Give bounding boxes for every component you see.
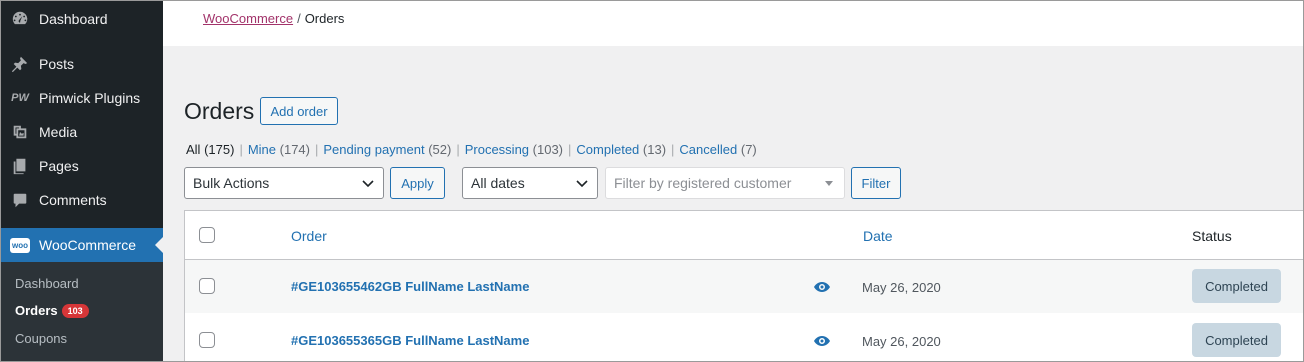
- view-separator: |: [671, 142, 675, 157]
- view-count: (7): [740, 142, 757, 157]
- status-badge: Completed: [1192, 323, 1281, 357]
- view-label: Processing: [464, 142, 530, 157]
- breadcrumb: WooCommerce / Orders: [203, 11, 344, 26]
- sidebar-item-pages[interactable]: Pages: [0, 149, 163, 183]
- submenu-item-label: Orders: [15, 303, 58, 318]
- view-count: (52): [428, 142, 452, 157]
- row-checkbox[interactable]: [199, 278, 215, 294]
- woo-icon: woo: [10, 235, 30, 255]
- select-all-checkbox[interactable]: [199, 227, 215, 243]
- sidebar-item-label: Comments: [39, 192, 107, 208]
- orders-table: Order Date Status #GE103655462GB FullNam…: [184, 210, 1304, 362]
- order-link[interactable]: #GE103655462GB FullName LastName: [291, 279, 529, 294]
- chevron-down-icon: [575, 176, 589, 190]
- table-row[interactable]: #GE103655462GB FullName LastName May 26,…: [185, 260, 1304, 313]
- admin-sidebar: Dashboard Posts PW Pimwick Plugins Media…: [0, 0, 163, 362]
- preview-eye-icon[interactable]: [813, 334, 831, 348]
- sidebar-item-comments[interactable]: Comments: [0, 183, 163, 217]
- pages-icon: [10, 156, 30, 176]
- view-separator: |: [456, 142, 460, 157]
- select-placeholder: Filter by registered customer: [614, 175, 792, 191]
- select-value: All dates: [471, 175, 525, 191]
- view-cancelled-link[interactable]: Cancelled: [679, 142, 737, 157]
- date-filter-select[interactable]: All dates: [462, 167, 598, 199]
- view-separator: |: [239, 142, 243, 157]
- preview-eye-icon[interactable]: [813, 280, 831, 294]
- status-filter-links: All (175) | Mine (174) | Pending payment (52…: [186, 142, 757, 157]
- view-separator: |: [568, 142, 572, 157]
- view-completed-link[interactable]: Completed: [576, 142, 639, 157]
- submenu-item-coupons[interactable]: Coupons: [15, 331, 67, 346]
- order-link[interactable]: #GE103655365GB FullName LastName: [291, 333, 529, 348]
- chevron-down-icon: [361, 176, 375, 190]
- header-bar: WooCommerce / Orders: [163, 0, 1304, 46]
- dashboard-icon: [10, 9, 30, 29]
- view-pending-link[interactable]: Pending payment: [323, 142, 424, 157]
- view-label: Cancelled: [679, 142, 738, 157]
- sidebar-item-label: WooCommerce: [39, 237, 136, 253]
- sidebar-item-label: Media: [39, 124, 78, 140]
- order-date: May 26, 2020: [862, 280, 941, 295]
- submenu-item-label: Dashboard: [15, 276, 79, 291]
- view-label: Mine: [247, 142, 277, 157]
- caret-down-icon: [822, 176, 836, 190]
- column-header-date[interactable]: Date: [863, 228, 893, 244]
- sidebar-item-label: Pages: [39, 158, 79, 174]
- sidebar-item-label: Posts: [39, 56, 75, 72]
- row-checkbox[interactable]: [199, 332, 215, 348]
- submenu-item-dashboard[interactable]: Dashboard: [15, 276, 79, 291]
- column-header-status: Status: [1192, 228, 1232, 244]
- select-value: Bulk Actions: [193, 175, 270, 191]
- order-date: May 26, 2020: [862, 334, 941, 349]
- woocommerce-submenu: Dashboard Orders 103 Coupons: [0, 262, 163, 362]
- submenu-item-orders[interactable]: Orders 103: [15, 303, 89, 318]
- pw-logo-icon: PW: [11, 92, 29, 104]
- view-label: All: [186, 142, 201, 157]
- view-count: (175): [204, 142, 235, 157]
- sidebar-item-pimwick[interactable]: PW Pimwick Plugins: [0, 81, 163, 115]
- breadcrumb-current: Orders: [304, 11, 345, 26]
- breadcrumb-separator: /: [297, 11, 301, 26]
- sidebar-item-woocommerce[interactable]: woo WooCommerce: [0, 228, 163, 262]
- sidebar-item-dashboard[interactable]: Dashboard: [0, 2, 163, 36]
- sidebar-item-label: Pimwick Plugins: [39, 90, 141, 106]
- customer-filter-select[interactable]: Filter by registered customer: [605, 167, 845, 199]
- view-label: Pending payment: [323, 142, 425, 157]
- column-header-order[interactable]: Order: [291, 228, 327, 244]
- view-count: (174): [279, 142, 310, 157]
- orders-count-badge: 103: [61, 304, 89, 318]
- sidebar-item-posts[interactable]: Posts: [0, 47, 163, 81]
- sidebar-item-label: Dashboard: [39, 11, 108, 27]
- media-icon: [10, 122, 30, 142]
- table-header: Order Date Status: [185, 211, 1304, 260]
- pin-icon: [10, 54, 30, 74]
- sidebar-item-media[interactable]: Media: [0, 115, 163, 149]
- view-mine-link[interactable]: Mine: [248, 142, 276, 157]
- add-order-button[interactable]: Add order: [260, 97, 338, 125]
- status-badge: Completed: [1192, 269, 1281, 303]
- bulk-actions-select[interactable]: Bulk Actions: [184, 167, 384, 199]
- view-label: Completed: [576, 142, 640, 157]
- view-count: (13): [642, 142, 667, 157]
- breadcrumb-woocommerce-link[interactable]: WooCommerce: [203, 11, 293, 26]
- view-count: (103): [532, 142, 564, 157]
- submenu-item-label: Coupons: [15, 331, 68, 346]
- view-processing-link[interactable]: Processing: [465, 142, 529, 157]
- table-row[interactable]: #GE103655365GB FullName LastName May 26,…: [185, 313, 1304, 362]
- comments-icon: [10, 190, 30, 210]
- apply-button[interactable]: Apply: [390, 167, 445, 199]
- filter-button[interactable]: Filter: [851, 167, 901, 199]
- page-title: Orders: [184, 98, 255, 124]
- view-all-link[interactable]: All (175): [186, 142, 234, 157]
- view-separator: |: [315, 142, 319, 157]
